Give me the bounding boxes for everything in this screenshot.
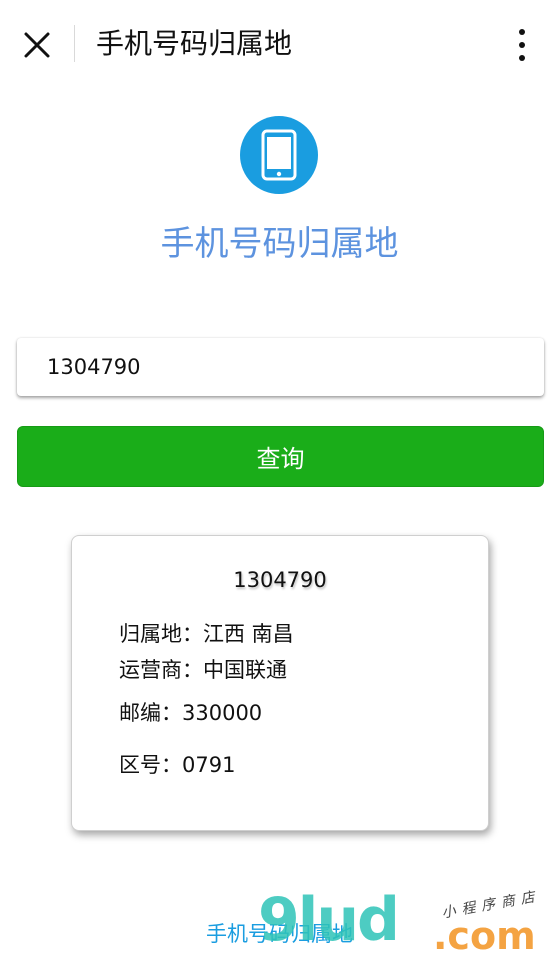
page-title: 手机号码归属地 <box>96 27 293 60</box>
phone-number-input[interactable] <box>47 355 544 379</box>
result-number: 1304790 <box>233 568 327 592</box>
close-icon <box>24 32 50 58</box>
close-button[interactable] <box>14 22 60 68</box>
result-location: 归属地：江西 南昌 <box>119 622 294 646</box>
result-area-code: 区号：0791 <box>119 753 236 777</box>
mobile-phone-icon <box>261 129 297 181</box>
result-carrier: 运营商：中国联通 <box>119 658 287 682</box>
watermark-domain: .com <box>433 914 536 958</box>
more-vertical-icon <box>519 29 525 61</box>
app-heading: 手机号码归属地 <box>160 224 399 264</box>
app-logo <box>240 116 318 194</box>
title-divider <box>74 25 75 62</box>
footer-link[interactable]: 手机号码归属地 <box>206 918 353 948</box>
result-card: 1304790 归属地：江西 南昌 运营商：中国联通 邮编：330000 区号：… <box>71 535 489 831</box>
top-bar: 手机号码归属地 <box>0 0 559 88</box>
result-postcode: 邮编：330000 <box>119 701 263 725</box>
watermark-tagline: 小程序商店 <box>440 888 542 922</box>
more-button[interactable] <box>500 22 544 68</box>
phone-number-input-box[interactable] <box>17 338 544 396</box>
query-button[interactable]: 查询 <box>17 426 544 487</box>
